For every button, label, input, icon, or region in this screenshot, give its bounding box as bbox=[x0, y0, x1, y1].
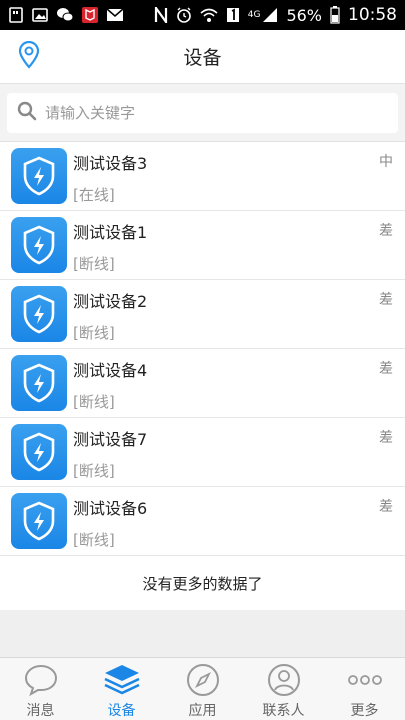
battery-percent: 56% bbox=[286, 5, 322, 25]
tab-contacts[interactable]: 联系人 bbox=[243, 658, 324, 720]
wechat-icon bbox=[56, 7, 74, 23]
device-list: 测试设备3 [在线] 中 测试设备1 [断线] 差 测试设备2 [断线] 差 测… bbox=[0, 142, 405, 610]
device-name: 测试设备2 bbox=[73, 292, 148, 311]
device-shield-icon bbox=[11, 355, 67, 411]
status-bar: 4G 56% 10:58 bbox=[0, 0, 405, 30]
tab-apps[interactable]: 应用 bbox=[162, 658, 243, 720]
compass-icon bbox=[184, 662, 222, 697]
tab-label: 设备 bbox=[107, 703, 136, 719]
bottom-tab-bar: 消息 设备 应用 联系人 更多 bbox=[0, 657, 405, 720]
device-status: [断线] bbox=[73, 324, 115, 342]
alarm-icon bbox=[176, 7, 192, 23]
status-bar-left bbox=[8, 7, 124, 23]
device-signal-quality: 差 bbox=[379, 292, 393, 308]
device-signal-quality: 差 bbox=[379, 361, 393, 377]
device-row[interactable]: 测试设备4 [断线] 差 bbox=[0, 349, 405, 418]
more-dots-icon bbox=[346, 662, 384, 697]
device-shield-icon bbox=[11, 286, 67, 342]
device-shield-icon bbox=[11, 424, 67, 480]
device-row[interactable]: 测试设备2 [断线] 差 bbox=[0, 280, 405, 349]
sd-card-icon bbox=[8, 7, 24, 23]
app-notification-icon bbox=[82, 7, 98, 23]
layers-icon bbox=[103, 662, 141, 697]
device-name: 测试设备1 bbox=[73, 223, 148, 242]
search-box[interactable] bbox=[7, 93, 398, 133]
device-signal-quality: 差 bbox=[379, 223, 393, 239]
device-shield-icon bbox=[11, 148, 67, 204]
signal-icon bbox=[262, 7, 278, 23]
clock: 10:58 bbox=[348, 5, 397, 25]
search-bar bbox=[0, 84, 405, 142]
device-shield-icon bbox=[11, 493, 67, 549]
tab-more[interactable]: 更多 bbox=[324, 658, 405, 720]
list-end-message: 没有更多的数据了 bbox=[0, 556, 405, 610]
device-row[interactable]: 测试设备3 [在线] 中 bbox=[0, 142, 405, 211]
device-signal-quality: 中 bbox=[379, 154, 393, 170]
device-row[interactable]: 测试设备1 [断线] 差 bbox=[0, 211, 405, 280]
device-status: [断线] bbox=[73, 531, 115, 549]
device-name: 测试设备3 bbox=[73, 154, 148, 173]
device-status: [在线] bbox=[73, 186, 115, 204]
sim-1-icon bbox=[226, 7, 240, 23]
nfc-icon bbox=[154, 7, 168, 23]
battery-icon bbox=[330, 6, 340, 24]
device-signal-quality: 差 bbox=[379, 499, 393, 515]
gallery-icon bbox=[32, 7, 48, 23]
status-bar-right: 4G 56% 10:58 bbox=[154, 5, 397, 25]
search-input[interactable] bbox=[45, 104, 385, 122]
tab-devices[interactable]: 设备 bbox=[81, 658, 162, 720]
search-icon bbox=[17, 101, 37, 125]
device-signal-quality: 差 bbox=[379, 430, 393, 446]
device-status: [断线] bbox=[73, 393, 115, 411]
tab-messages[interactable]: 消息 bbox=[0, 658, 81, 720]
tab-label: 应用 bbox=[188, 703, 217, 719]
page-title: 设备 bbox=[183, 47, 222, 69]
device-name: 测试设备6 bbox=[73, 499, 148, 518]
location-pin-icon bbox=[17, 40, 41, 73]
wifi-icon bbox=[200, 7, 218, 23]
device-row[interactable]: 测试设备6 [断线] 差 bbox=[0, 487, 405, 556]
device-name: 测试设备4 bbox=[73, 361, 148, 380]
device-status: [断线] bbox=[73, 462, 115, 480]
chat-bubble-icon bbox=[22, 662, 60, 697]
tab-label: 联系人 bbox=[262, 703, 305, 719]
app-header: 设备 bbox=[0, 30, 405, 84]
tab-label: 更多 bbox=[350, 703, 379, 719]
device-shield-icon bbox=[11, 217, 67, 273]
network-type: 4G bbox=[247, 10, 261, 20]
tab-label: 消息 bbox=[26, 703, 55, 719]
location-button[interactable] bbox=[14, 40, 44, 73]
device-row[interactable]: 测试设备7 [断线] 差 bbox=[0, 418, 405, 487]
person-icon bbox=[265, 662, 303, 697]
device-status: [断线] bbox=[73, 255, 115, 273]
mail-icon bbox=[106, 8, 124, 22]
device-name: 测试设备7 bbox=[73, 430, 148, 449]
